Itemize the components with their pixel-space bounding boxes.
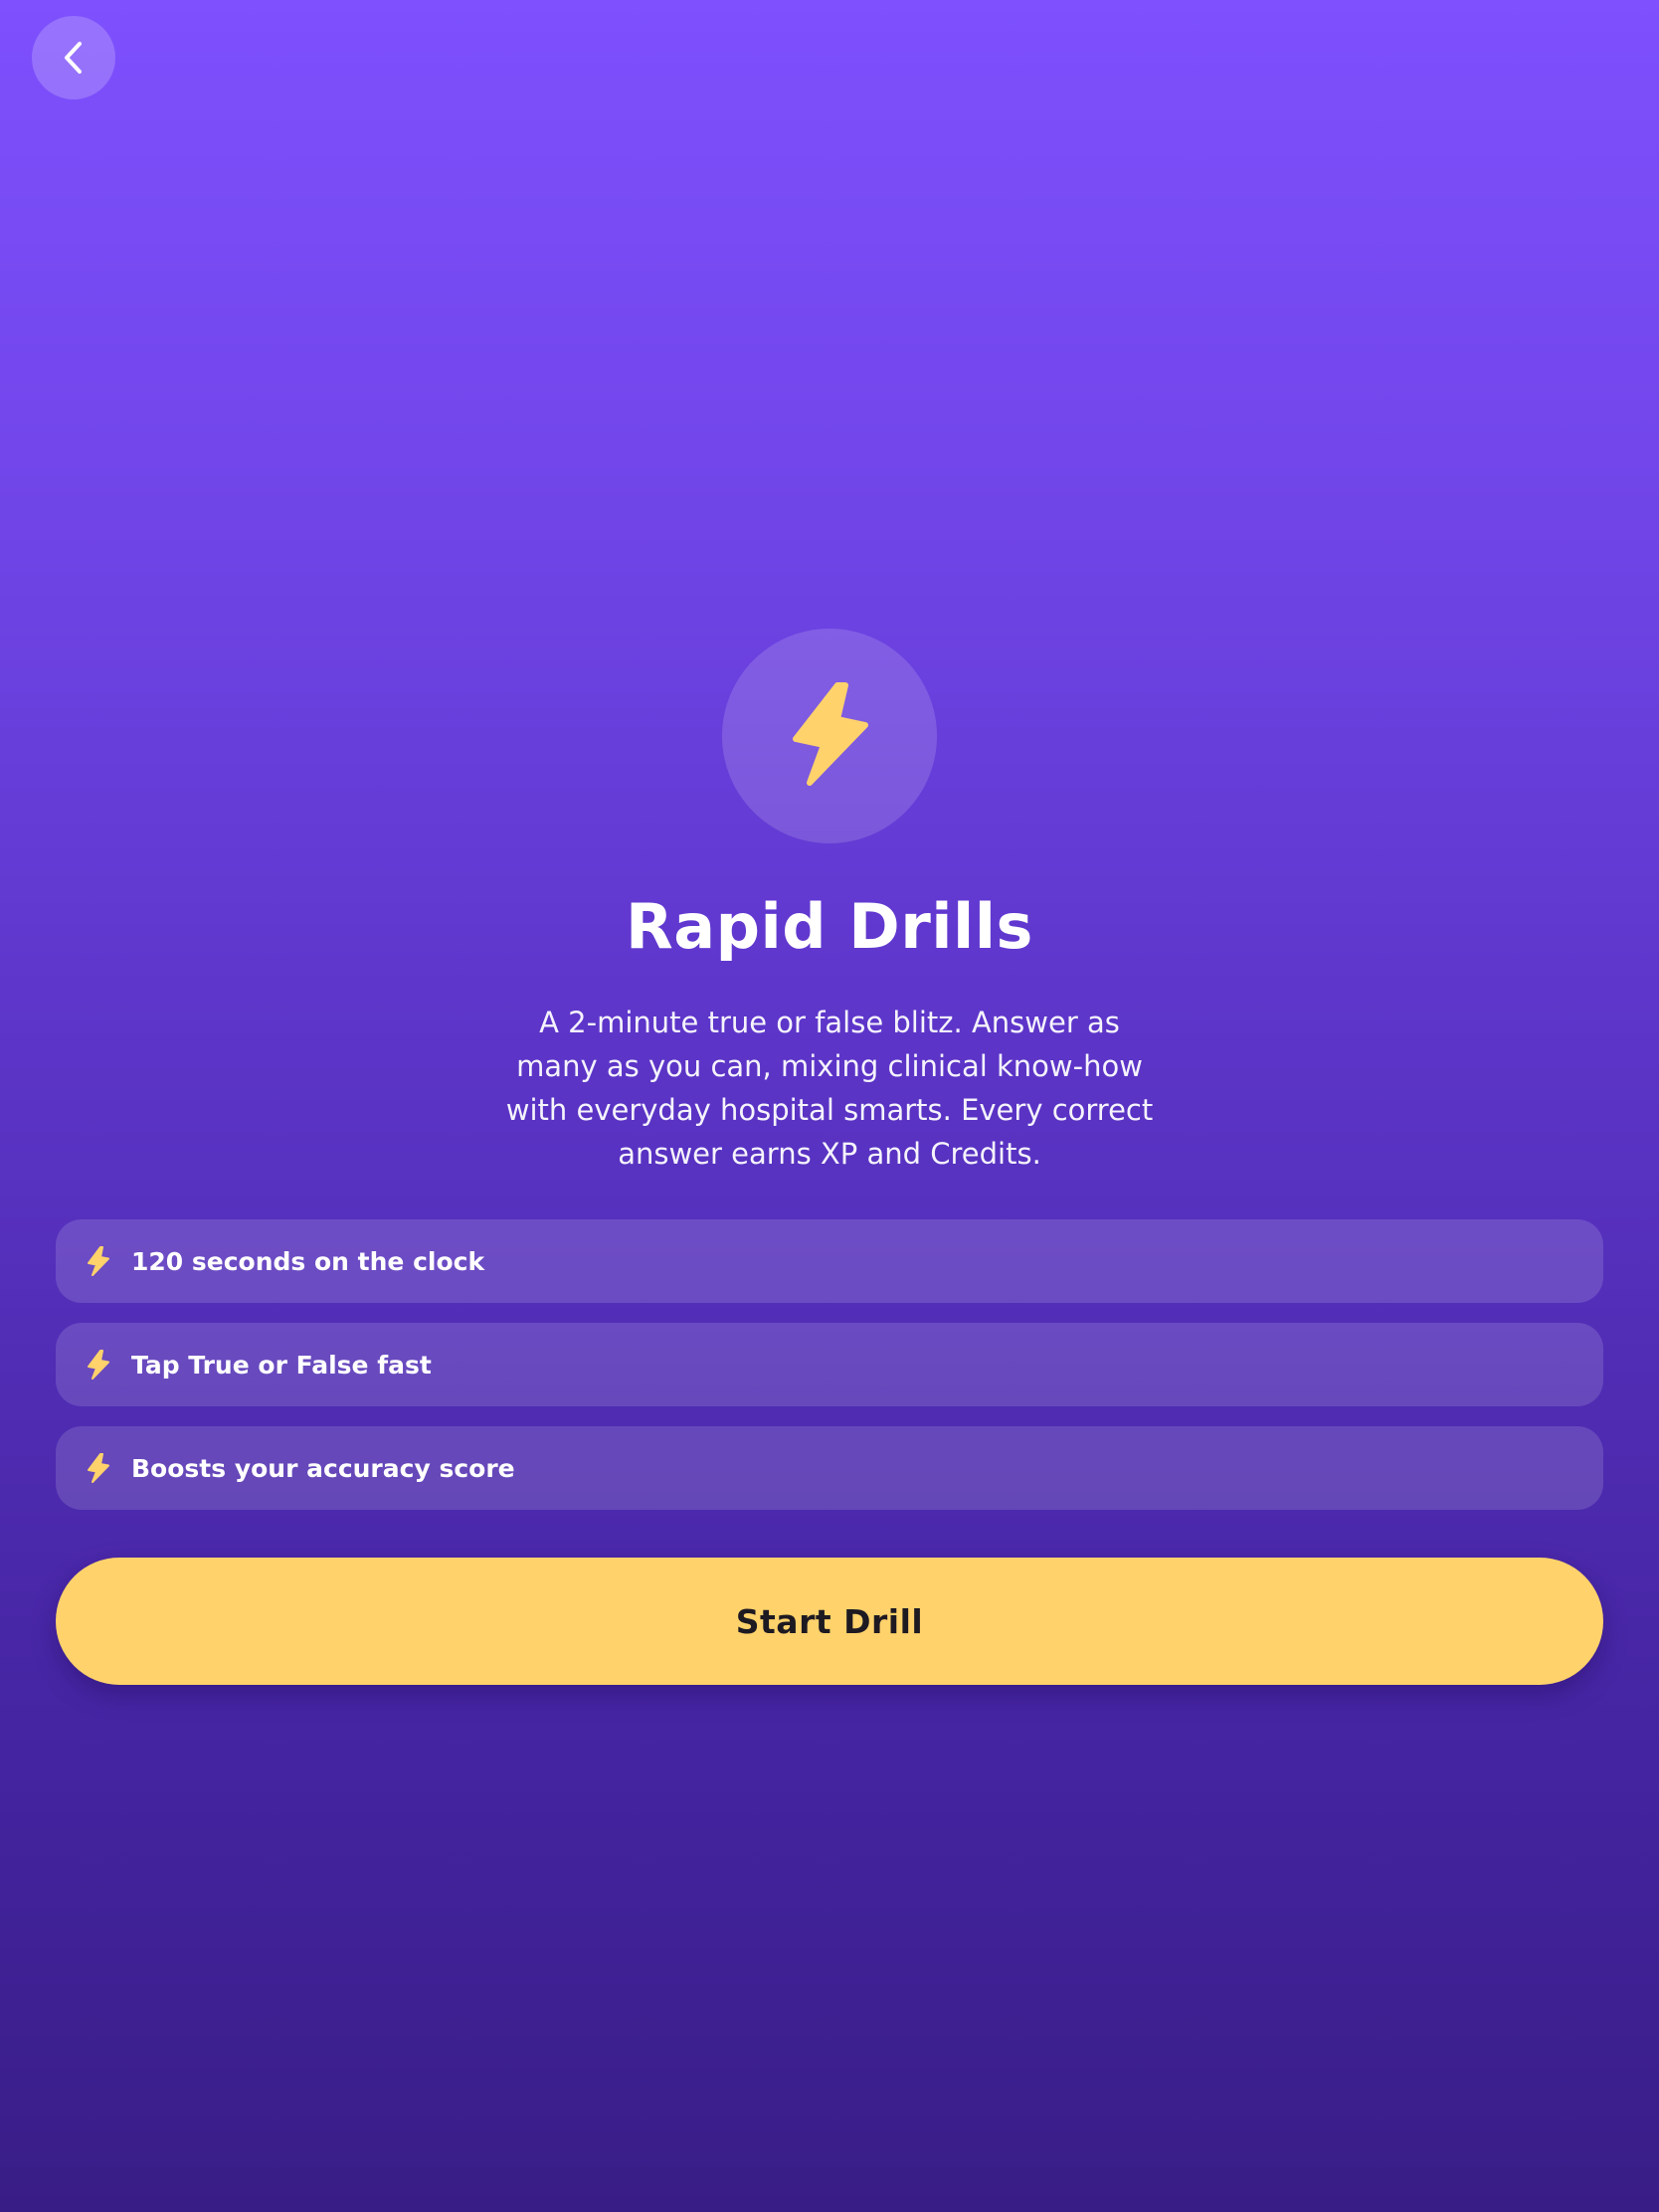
- page-title: Rapid Drills: [626, 890, 1033, 963]
- chevron-left-icon: [59, 38, 89, 78]
- lightning-bolt-icon: [788, 679, 871, 793]
- lightning-bolt-icon: [84, 1243, 113, 1279]
- back-button[interactable]: [32, 16, 115, 99]
- feature-item: Tap True or False fast: [56, 1323, 1603, 1406]
- lightning-bolt-icon: [84, 1347, 113, 1382]
- feature-item: 120 seconds on the clock: [56, 1219, 1603, 1303]
- feature-label: Boosts your accuracy score: [131, 1453, 515, 1483]
- feature-list: 120 seconds on the clock Tap True or Fal…: [56, 1219, 1603, 1530]
- feature-label: 120 seconds on the clock: [131, 1246, 485, 1276]
- feature-label: Tap True or False fast: [131, 1350, 432, 1380]
- start-drill-button[interactable]: Start Drill: [56, 1558, 1603, 1685]
- hero-icon-circle: [722, 629, 937, 843]
- lightning-bolt-icon: [84, 1450, 113, 1486]
- drill-description: A 2-minute true or false blitz. Answer a…: [505, 1006, 1154, 1171]
- feature-item: Boosts your accuracy score: [56, 1426, 1603, 1510]
- start-drill-label: Start Drill: [735, 1601, 924, 1641]
